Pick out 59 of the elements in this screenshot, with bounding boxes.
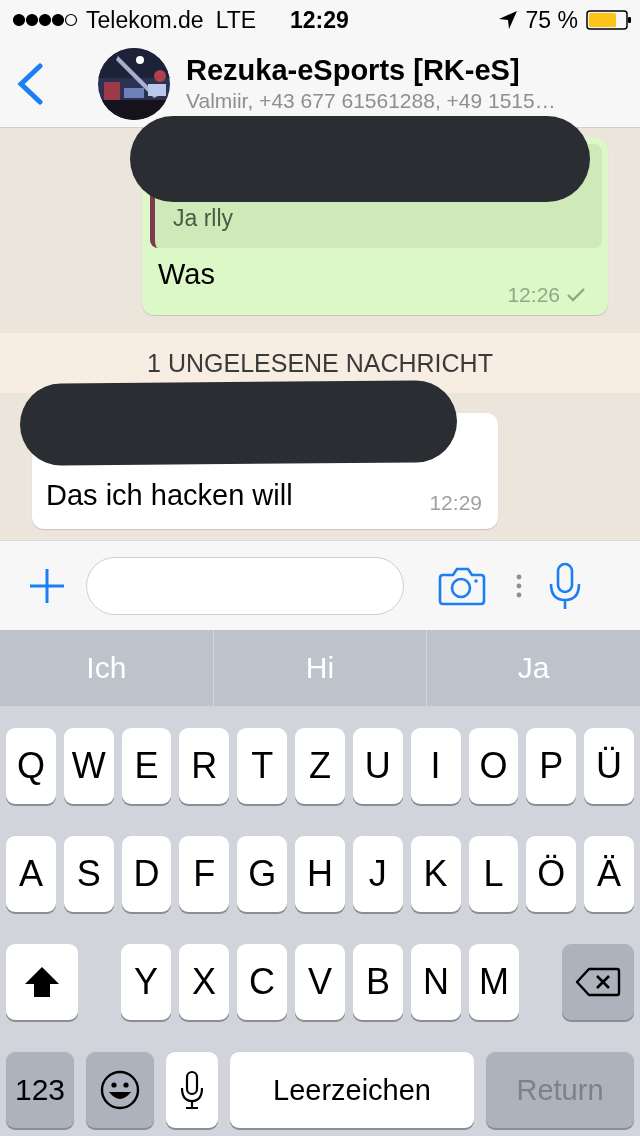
message-time: 12:29 (429, 491, 482, 515)
chat-title[interactable]: Rezuka-eSports [RK-eS] (186, 54, 556, 87)
more-icon[interactable] (516, 573, 522, 598)
key[interactable]: B (353, 944, 403, 1020)
participants-text: Valmiir, +43 677 61561288, +49 1515… (186, 89, 556, 113)
backspace-key[interactable] (562, 944, 634, 1020)
key[interactable]: M (469, 944, 519, 1020)
key[interactable]: Ä (584, 836, 634, 912)
dictation-key[interactable] (166, 1052, 218, 1128)
key[interactable]: I (410, 728, 461, 804)
battery-icon (586, 10, 632, 30)
shift-icon (24, 966, 60, 998)
message-text: Was (157, 257, 216, 291)
key[interactable]: Y (121, 944, 171, 1020)
message-text: Das ich hacken will (45, 478, 293, 512)
unread-text: 1 UNGELESENE NACHRICHT (147, 348, 493, 378)
key[interactable]: T (237, 728, 288, 804)
message-time: 12:26 (507, 283, 560, 307)
microphone-icon (180, 1070, 204, 1110)
shift-key[interactable] (6, 944, 78, 1020)
key[interactable]: Ü (584, 728, 634, 804)
space-key[interactable]: Leerzeichen (230, 1052, 474, 1128)
key[interactable]: H (295, 836, 345, 912)
key[interactable]: D (121, 836, 172, 912)
key[interactable]: C (237, 944, 287, 1020)
key[interactable]: R (179, 728, 230, 804)
backspace-icon (575, 967, 621, 997)
quoted-text: Ja rlly (173, 205, 234, 232)
key[interactable]: X (179, 944, 229, 1020)
key[interactable]: F (179, 836, 230, 912)
key[interactable]: E (121, 728, 172, 804)
network-text: LTE (215, 6, 257, 34)
key[interactable]: Ö (526, 836, 577, 912)
location-arrow-icon (497, 10, 518, 30)
smiley-icon (100, 1070, 140, 1110)
key[interactable]: J (352, 836, 403, 912)
key[interactable]: W (63, 728, 114, 804)
plus-icon[interactable] (28, 566, 66, 605)
key[interactable]: U (352, 728, 403, 804)
key[interactable]: A (6, 836, 56, 912)
emoji-key[interactable] (86, 1052, 154, 1128)
key[interactable]: O (468, 728, 519, 804)
key[interactable]: Z (295, 728, 345, 804)
key[interactable]: K (410, 836, 461, 912)
clock-text: 12:29 (290, 6, 349, 34)
key[interactable]: S (63, 836, 114, 912)
key[interactable]: Q (6, 728, 56, 804)
key[interactable]: G (237, 836, 288, 912)
microphone-icon[interactable] (548, 561, 582, 610)
numbers-key[interactable]: 123 (6, 1052, 74, 1128)
signal-icon (12, 13, 78, 27)
back-icon[interactable] (16, 62, 44, 105)
key[interactable]: P (526, 728, 577, 804)
camera-icon[interactable] (438, 565, 486, 606)
key[interactable]: N (411, 944, 461, 1020)
battery-percent: 75 % (525, 6, 578, 34)
carrier-text: Telekom.de (86, 6, 204, 34)
key[interactable]: L (468, 836, 519, 912)
key[interactable]: V (295, 944, 345, 1020)
